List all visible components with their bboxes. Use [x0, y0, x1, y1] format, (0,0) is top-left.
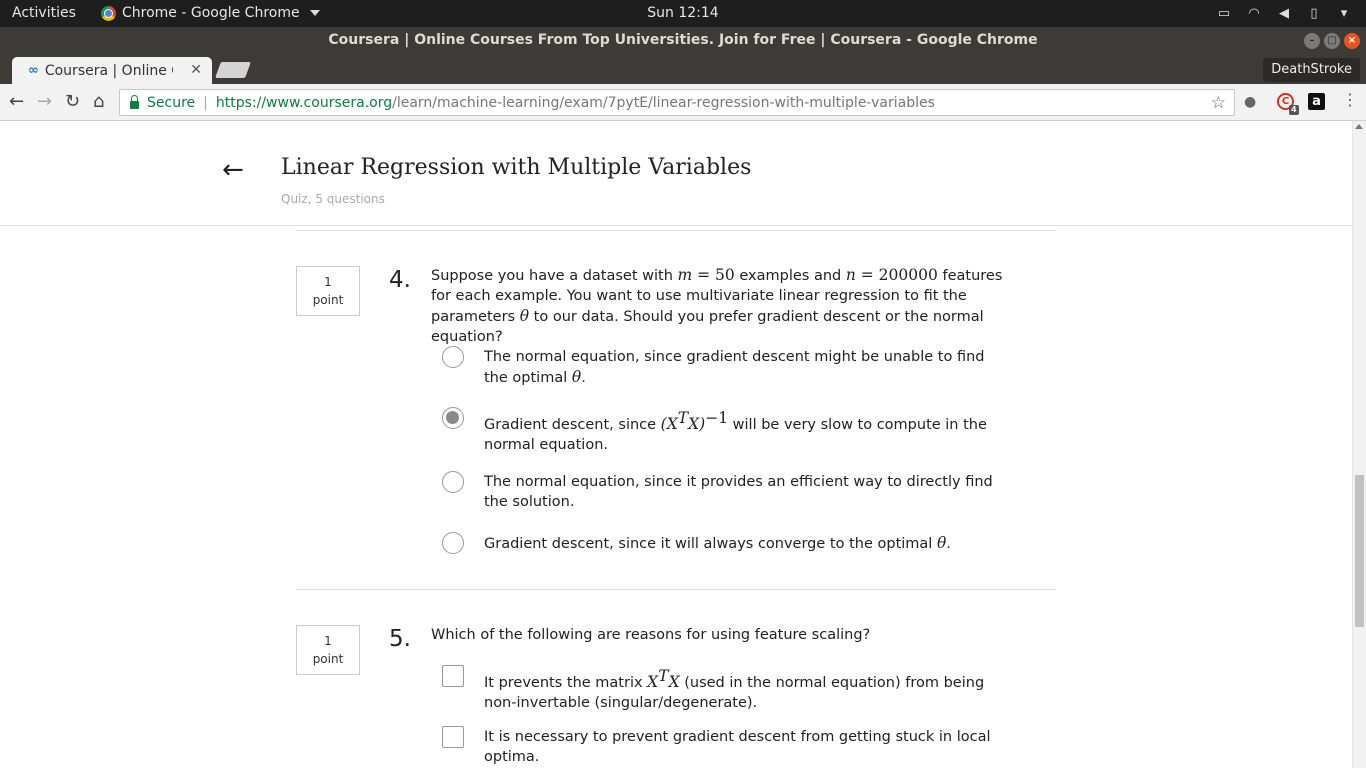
divider [296, 230, 1056, 231]
tab-close-icon[interactable]: ✕ [190, 62, 202, 78]
math-value: = 200000 [855, 266, 938, 284]
system-tray[interactable]: ▭ ◠ ◀ ▯ ▾ [1216, 6, 1352, 20]
checkbox-option-2[interactable] [442, 726, 464, 748]
lightbulb-icon[interactable]: ● [1244, 93, 1256, 111]
math-superscript: T [677, 409, 689, 427]
wifi-icon[interactable]: ◠ [1246, 6, 1262, 20]
bookmark-star-icon[interactable]: ☆ [1211, 93, 1226, 113]
window-title: Coursera | Online Courses From Top Unive… [328, 32, 1038, 48]
quiz-subtitle: Quiz, 5 questions [281, 192, 385, 206]
option-text: Gradient descent, since [484, 416, 661, 433]
radio-option-2[interactable] [442, 407, 464, 429]
close-icon[interactable]: × [1344, 33, 1360, 49]
lock-icon [130, 94, 139, 109]
math-superscript: T [658, 667, 669, 685]
scroll-up-icon[interactable] [1355, 124, 1363, 129]
extension-icon[interactable]: C 4 [1277, 93, 1299, 115]
question-number: 4. [389, 267, 411, 293]
question-text-part: examples and [734, 268, 846, 284]
volume-icon[interactable]: ◀ [1276, 6, 1292, 20]
points-box: 1 point [296, 266, 360, 316]
checkbox-label-2[interactable]: It is necessary to prevent gradient desc… [484, 727, 1004, 767]
chrome-icon [101, 5, 116, 21]
points-label: point [312, 652, 344, 666]
back-arrow-icon[interactable]: ← [9, 92, 24, 112]
math-expression: X [647, 672, 659, 691]
page-content: ← Linear Regression with Multiple Variab… [0, 121, 1352, 768]
app-menu-label: Chrome - Google Chrome [122, 5, 300, 21]
browser-toolbar: ← → ↻ ⌂ Secure | https://www.coursera.or… [0, 84, 1366, 121]
coursera-favicon-icon: ∞ [28, 63, 39, 78]
math-expression: X) [688, 414, 706, 433]
radio-option-4[interactable] [442, 532, 464, 554]
question-number: 5. [389, 626, 411, 652]
activities-button[interactable]: Activities [12, 5, 76, 21]
checkbox-label-1[interactable]: It prevents the matrix XTX (used in the … [484, 666, 1004, 713]
option-text: . [946, 536, 951, 552]
gnome-top-bar: Activities Chrome - Google Chrome Sun 12… [0, 0, 1366, 27]
option-text: Gradient descent, since it will always c… [484, 536, 937, 552]
math-value: = 50 [692, 266, 735, 284]
page-title: Linear Regression with Multiple Variable… [281, 155, 752, 180]
radio-option-3[interactable] [442, 471, 464, 493]
math-var: θ [936, 534, 947, 552]
points-label: point [312, 293, 344, 307]
chevron-down-icon[interactable]: ▾ [1336, 6, 1352, 20]
window-controls: – □ × [1304, 33, 1360, 49]
checkbox-option-1[interactable] [442, 665, 464, 687]
scrollbar-thumb[interactable] [1355, 475, 1364, 627]
app-menu[interactable]: Chrome - Google Chrome [101, 5, 320, 21]
math-expression: (X [660, 414, 678, 433]
scrollbar[interactable] [1352, 121, 1366, 768]
option-text: . [581, 370, 586, 386]
secure-label: Secure [147, 94, 196, 111]
radio-option-1[interactable] [442, 346, 464, 368]
reload-icon[interactable]: ↻ [65, 92, 80, 112]
option-text: The normal equation, since gradient desc… [484, 349, 985, 386]
tab-label: Coursera | Online Courses From Top Unive… [44, 62, 173, 79]
quiz-header: ← Linear Regression with Multiple Variab… [0, 121, 1352, 226]
menu-icon[interactable]: ⋮ [1342, 91, 1358, 109]
points-value: 1 [324, 275, 332, 289]
option-text: It prevents the matrix [484, 674, 648, 691]
math-var: θ [519, 307, 530, 325]
math-superscript: −1 [705, 409, 729, 427]
new-tab-button[interactable] [215, 62, 251, 78]
math-var: m [677, 266, 693, 284]
math-var: θ [571, 368, 582, 386]
url-host: https://www.coursera.org [215, 94, 393, 111]
home-icon[interactable]: ⌂ [93, 92, 104, 112]
back-arrow-icon[interactable]: ← [222, 157, 244, 183]
question-text: Which of the following are reasons for u… [431, 627, 871, 643]
amazon-icon[interactable]: a [1308, 93, 1325, 110]
tab-strip: ∞ Coursera | Online Courses From Top Uni… [0, 54, 1366, 84]
option-label-3[interactable]: The normal equation, since it provides a… [484, 472, 1004, 512]
question-text: Suppose you have a dataset with m = 50 e… [431, 265, 1011, 347]
points-box: 1 point [296, 625, 360, 675]
url-path: /learn/machine-learning/exam/7pytE/linea… [392, 94, 935, 111]
extension-badge: 4 [1289, 105, 1299, 115]
tab-coursera[interactable]: ∞ Coursera | Online Courses From Top Uni… [12, 57, 212, 84]
math-var: n [845, 266, 856, 284]
chevron-down-icon [309, 10, 320, 16]
profile-button[interactable]: DeathStroke [1263, 58, 1360, 82]
option-label-4[interactable]: Gradient descent, since it will always c… [484, 533, 1004, 554]
maximize-icon[interactable]: □ [1324, 33, 1340, 49]
screen-icon[interactable]: ▭ [1216, 6, 1232, 20]
question-text-part: Suppose you have a dataset with [431, 268, 678, 284]
address-bar[interactable]: Secure | https://www.coursera.org/learn/… [119, 89, 1235, 116]
option-label-1[interactable]: The normal equation, since gradient desc… [484, 347, 1004, 388]
window-title-bar: Coursera | Online Courses From Top Unive… [0, 27, 1366, 54]
battery-icon[interactable]: ▯ [1306, 6, 1322, 20]
points-value: 1 [324, 634, 332, 648]
math-expression: X [668, 672, 680, 691]
divider: | [203, 94, 208, 111]
forward-arrow-icon[interactable]: → [37, 92, 52, 112]
option-label-2[interactable]: Gradient descent, since (XTX)−1 will be … [484, 408, 1004, 455]
minimize-icon[interactable]: – [1304, 33, 1320, 49]
divider [296, 589, 1056, 590]
